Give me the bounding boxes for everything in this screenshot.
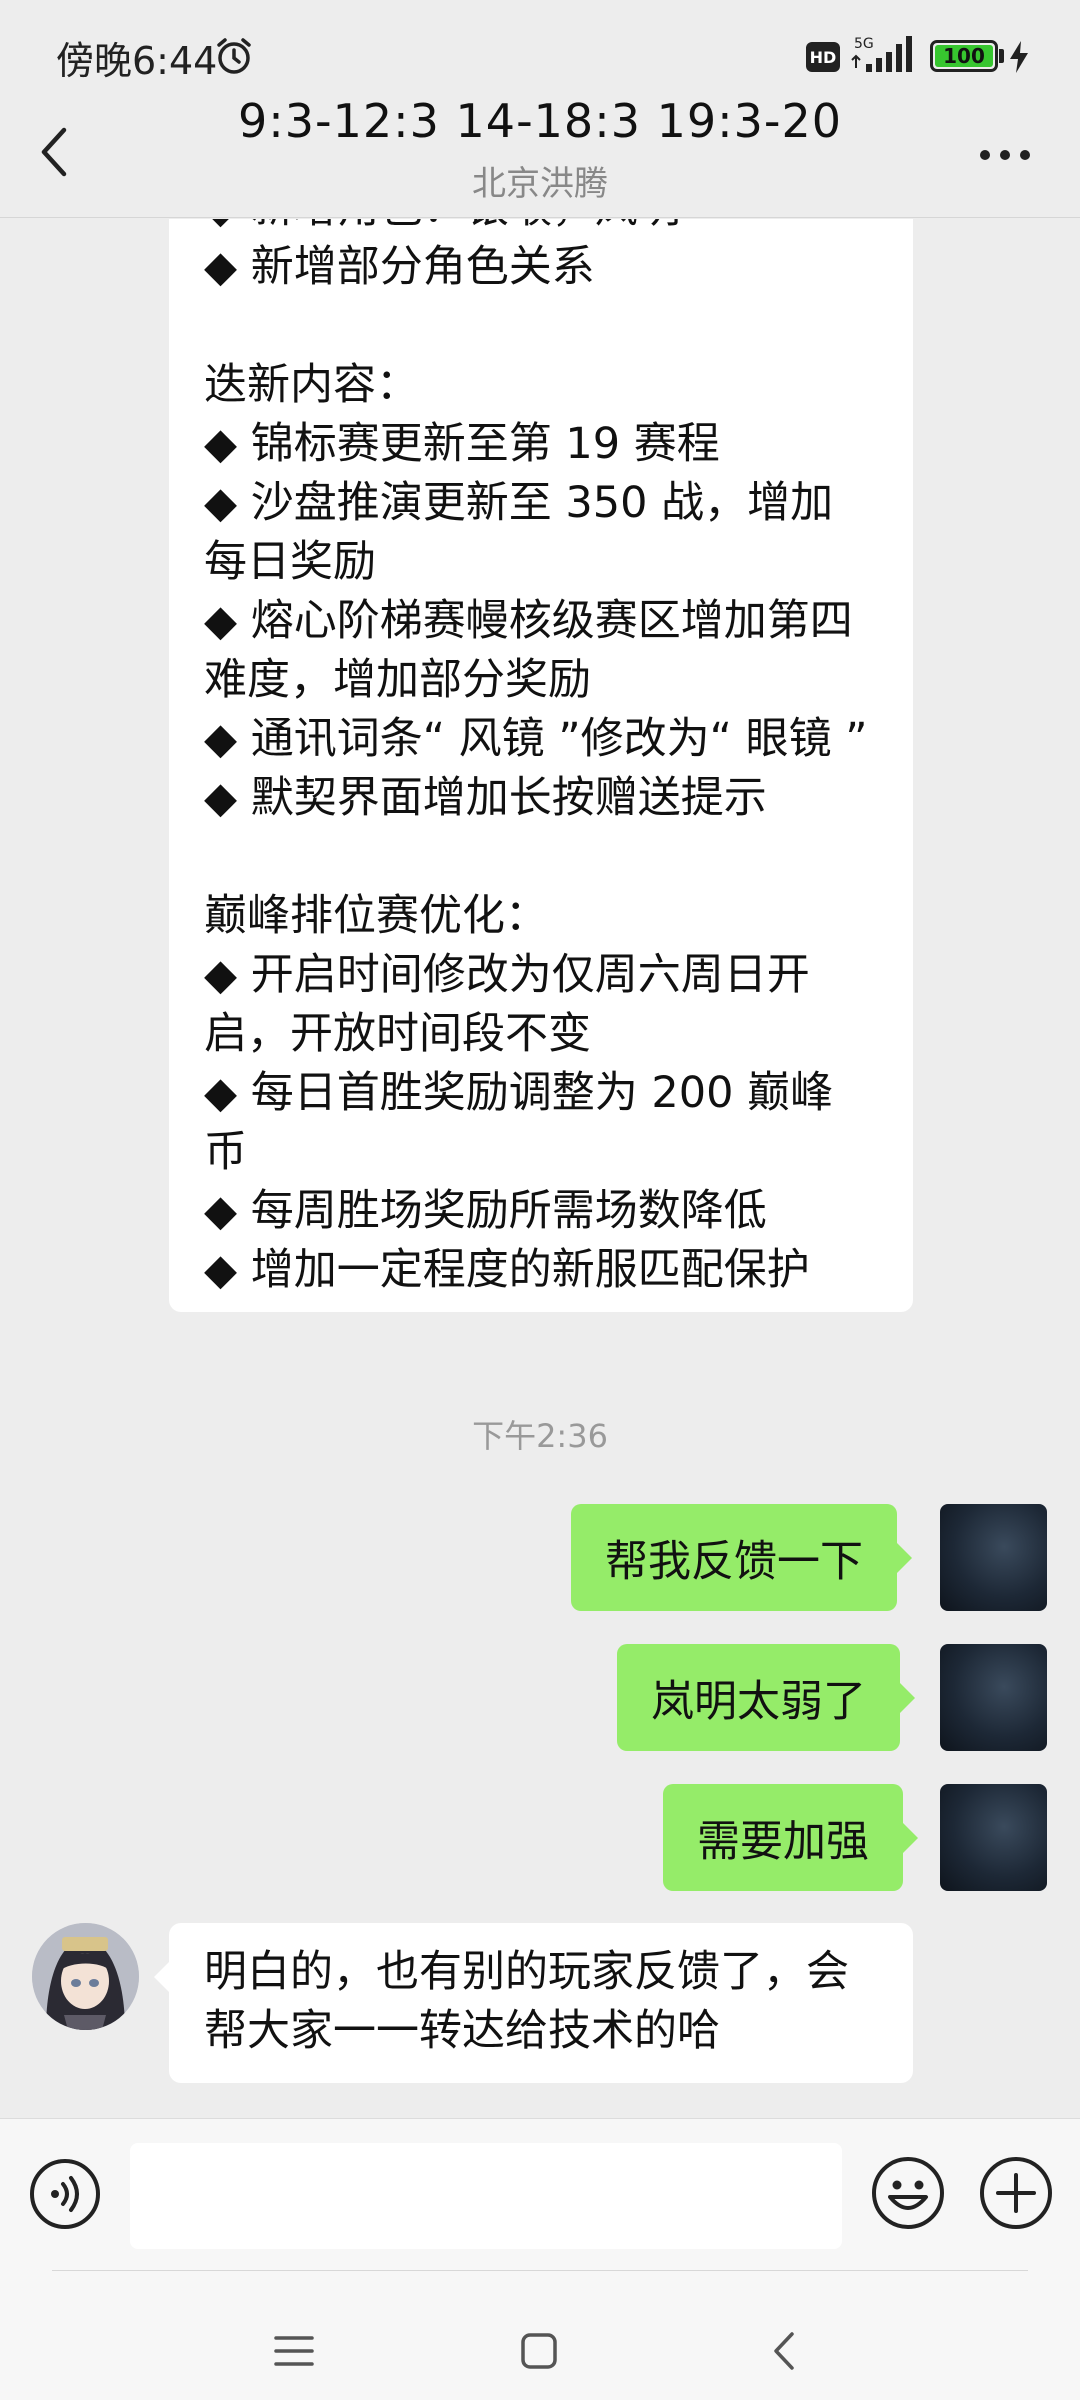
battery-icon: 100 [930, 40, 998, 72]
message-line: 每日奖励 [204, 537, 376, 587]
contact-avatar-image [32, 1923, 139, 2030]
reply-line: 明白的，也有别的玩家反馈了，会 [204, 1947, 849, 1997]
message-timestamp: 下午2:36 [472, 1417, 608, 1455]
battery-level: 100 [935, 44, 993, 68]
message-line: ◆ 锦标赛更新至第 19 赛程 [204, 419, 720, 469]
plus-icon[interactable] [978, 2155, 1054, 2231]
alarm-icon [217, 38, 251, 74]
message-line: ◆ 通讯词条“ 风镜 ”修改为“ 眼镜 ” [204, 714, 868, 764]
status-time: 傍晚6:44 [56, 39, 218, 83]
more-icon[interactable] [978, 148, 1032, 162]
voice-icon[interactable] [28, 2157, 102, 2231]
chat-header: 9:3-12:3 14-18:3 19:3-20 北京洪腾 [0, 90, 1080, 218]
system-nav-bar [0, 2270, 1080, 2400]
emoji-icon[interactable] [870, 2155, 946, 2231]
message-line [204, 297, 878, 356]
contact-avatar[interactable] [32, 1923, 139, 2030]
outgoing-message[interactable]: 需要加强 [663, 1784, 918, 1891]
message-line: ◆ 增加一定程度的新服匹配保护 [204, 1245, 810, 1295]
message-line: ◆ 新增部分角色关系 [204, 242, 595, 292]
message-line: 启，开放时间段不变 [204, 1009, 591, 1059]
message-line: ◆ 默契界面增加长按赠送提示 [204, 773, 767, 823]
reply-line: 帮大家一一转达给技术的哈 [204, 2006, 720, 2056]
message-line: ◆ 每日首胜奖励调整为 200 巅峰 [204, 1068, 834, 1118]
my-avatar[interactable] [940, 1504, 1047, 1611]
long-message-bubble[interactable]: ◆ 新增角色：银喉，岚明 ◆ 新增部分角色关系迭新内容： ◆ 锦标赛更新至第 19 … [169, 219, 913, 1312]
my-avatar[interactable] [940, 1784, 1047, 1891]
menu-icon[interactable] [274, 2334, 314, 2368]
battery-tip [999, 49, 1004, 63]
message-line: 巅峰排位赛优化： [204, 891, 548, 941]
message-input[interactable] [130, 2143, 842, 2249]
chat-title: 9:3-12:3 14-18:3 19:3-20 [237, 94, 843, 148]
chat-subtitle: 北京洪腾 [472, 164, 608, 204]
input-bar [0, 2118, 1080, 2270]
my-avatar[interactable] [940, 1644, 1047, 1751]
home-icon[interactable] [520, 2332, 558, 2370]
message-line: ◆ 熔心阶梯赛幔核级赛区增加第四 [204, 596, 853, 646]
message-list[interactable]: ◆ 新增角色：银喉，岚明 ◆ 新增部分角色关系迭新内容： ◆ 锦标赛更新至第 19 … [0, 219, 1080, 2117]
long-message-text: ◆ 新增角色：银喉，岚明 ◆ 新增部分角色关系迭新内容： ◆ 锦标赛更新至第 19 … [204, 219, 878, 1300]
outgoing-message[interactable]: 帮我反馈一下 [571, 1504, 912, 1611]
message-line [204, 828, 878, 887]
message-line: 难度，增加部分奖励 [204, 655, 591, 705]
message-line: ◆ 新增角色：银喉，岚明 [204, 219, 878, 238]
signal-icon: 5G [851, 36, 912, 72]
outgoing-message[interactable]: 岚明太弱了 [617, 1644, 915, 1751]
message-line: 币 [204, 1127, 247, 1177]
hd-icon: HD [806, 42, 840, 72]
message-line: 迭新内容： [204, 360, 419, 410]
nav-back-icon[interactable] [770, 2330, 798, 2372]
charge-icon [1010, 41, 1028, 73]
reply-message-bubble[interactable]: 明白的，也有别的玩家反馈了，会 帮大家一一转达给技术的哈 [154, 1923, 913, 2083]
message-line: ◆ 开启时间修改为仅周六周日开 [204, 950, 810, 1000]
network-label: 5G [854, 36, 874, 52]
message-line: ◆ 沙盘推演更新至 350 战，增加 [204, 478, 834, 528]
nav-divider [52, 2270, 1028, 2271]
message-line: ◆ 每周胜场奖励所需场数降低 [204, 1186, 767, 1236]
